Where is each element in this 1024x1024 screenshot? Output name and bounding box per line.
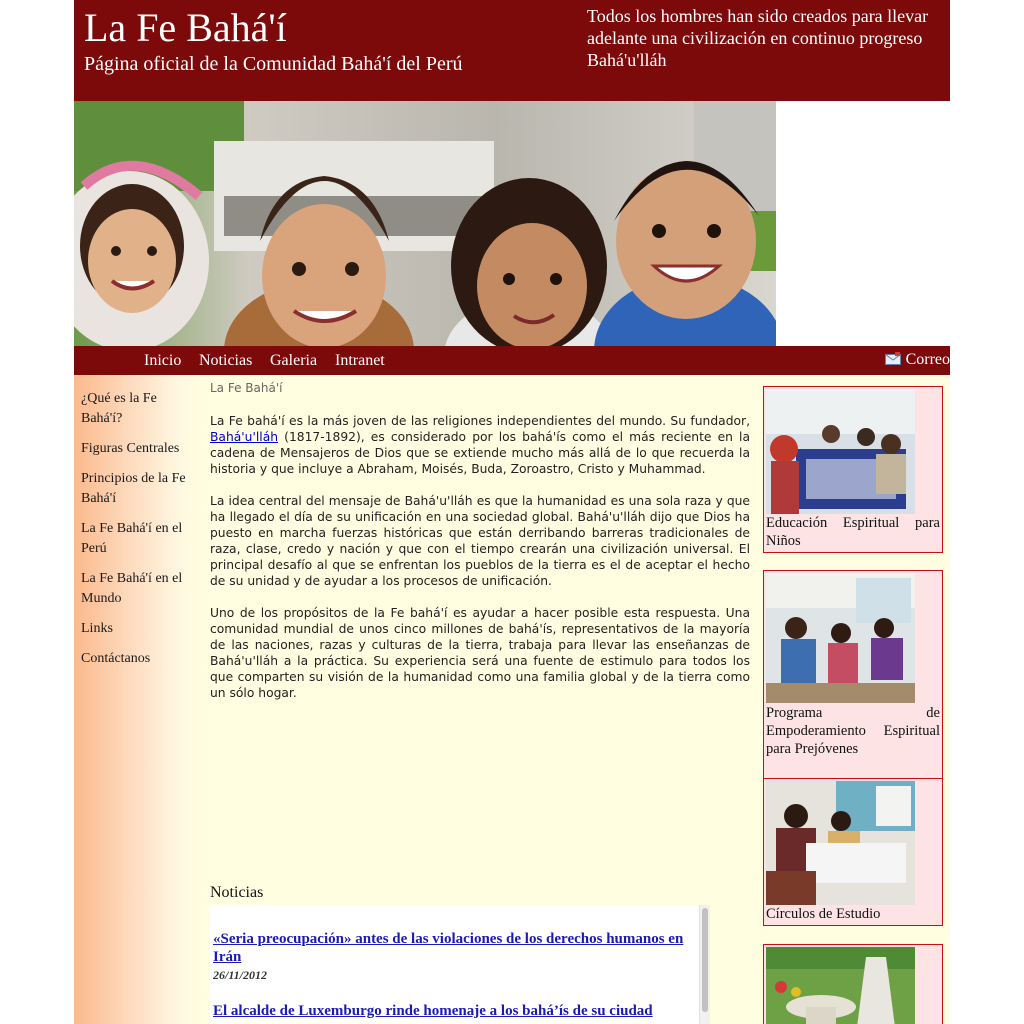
- card-label: Programa de Empoderamiento Espiritual pa…: [766, 705, 940, 757]
- main-content: La Fe Bahá'í La Fe bahá'í es la más jove…: [210, 380, 750, 717]
- news-scrollbar[interactable]: [699, 905, 710, 1024]
- news-scrollbar-thumb[interactable]: [702, 908, 708, 1012]
- banner-blank-area: [776, 101, 950, 346]
- news-title-link[interactable]: «Seria preocupación» antes de las violac…: [213, 930, 693, 966]
- page-title: La Fe Bahá'í: [210, 381, 283, 395]
- nav-noticias[interactable]: Noticias: [199, 352, 252, 370]
- card-educacion-ninos[interactable]: Educación Espiritual para Niños: [763, 386, 943, 553]
- card-prejovenes[interactable]: Programa de Empoderamiento Espiritual pa…: [763, 570, 943, 789]
- quote-author: Bahá'u'lláh: [587, 50, 667, 70]
- sidebar-item-peru[interactable]: La Fe Bahá'í en el Perú: [81, 519, 199, 559]
- main-nav: Inicio Noticias Galeria Intranet Correo: [74, 346, 950, 375]
- quote-text: Todos los hombres han sido creados para …: [587, 6, 929, 48]
- site-subtitle: Página oficial de la Comunidad Bahá'í de…: [84, 53, 463, 75]
- card-circulos-estudio[interactable]: Círculos de Estudio: [763, 778, 943, 926]
- card-photo: [766, 947, 915, 1024]
- paragraph-1: La Fe bahá'í es la más joven de las reli…: [210, 413, 750, 477]
- nav-inicio[interactable]: Inicio: [144, 352, 181, 370]
- bahaullah-link[interactable]: Bahá'u'lláh: [210, 430, 278, 444]
- card-label: Educación Espiritual para Niños: [766, 515, 940, 549]
- mail-icon: [884, 352, 901, 365]
- sidebar-item-links[interactable]: Links: [81, 619, 199, 639]
- news-heading: Noticias: [210, 884, 264, 901]
- header-quote: Todos los hombres han sido creados para …: [587, 5, 937, 71]
- news-title-link[interactable]: El alcalde de Luxemburgo rinde homenaje …: [213, 1002, 693, 1020]
- card-photo: [766, 389, 915, 514]
- card-photo: [766, 573, 915, 703]
- paragraph-3: Uno de los propósitos de la Fe bahá'í es…: [210, 606, 750, 700]
- paragraph-1-text: La Fe bahá'í es la más joven de las reli…: [210, 414, 750, 428]
- paragraph-2: La idea central del mensaje de Bahá'u'll…: [210, 494, 750, 588]
- news-date: 26/11/2012: [213, 968, 268, 982]
- mail-label: Correo: [905, 351, 950, 368]
- sidebar-item-mundo[interactable]: La Fe Bahá'í en el Mundo: [81, 569, 199, 609]
- card-garden[interactable]: [763, 944, 943, 1024]
- card-photo: [766, 781, 915, 905]
- sidebar-item-principios[interactable]: Principios de la Fe Bahá'í: [81, 469, 199, 509]
- banner-photo: [74, 101, 776, 346]
- mail-link[interactable]: Correo: [884, 351, 950, 369]
- site-title: La Fe Bahá'í: [84, 5, 287, 50]
- card-label: Círculos de Estudio: [766, 906, 881, 922]
- paragraph-1-text-end: (1817-1892), es considerado por los bahá…: [210, 430, 750, 476]
- site-header: La Fe Bahá'í Página oficial de la Comuni…: [74, 0, 950, 101]
- news-item: El alcalde de Luxemburgo rinde homenaje …: [213, 1002, 693, 1020]
- sidebar: ¿Qué es la Fe Bahá'í? Figuras Centrales …: [74, 375, 202, 1024]
- nav-galeria[interactable]: Galeria: [270, 352, 317, 370]
- page: La Fe Bahá'í Página oficial de la Comuni…: [74, 0, 950, 1024]
- sidebar-item-contacto[interactable]: Contáctanos: [81, 649, 199, 669]
- sidebar-item-que-es[interactable]: ¿Qué es la Fe Bahá'í?: [81, 389, 199, 429]
- nav-intranet[interactable]: Intranet: [335, 352, 385, 370]
- news-list[interactable]: «Seria preocupación» antes de las violac…: [210, 905, 710, 1024]
- sidebar-item-figuras[interactable]: Figuras Centrales: [81, 439, 199, 459]
- news-item: «Seria preocupación» antes de las violac…: [213, 930, 693, 984]
